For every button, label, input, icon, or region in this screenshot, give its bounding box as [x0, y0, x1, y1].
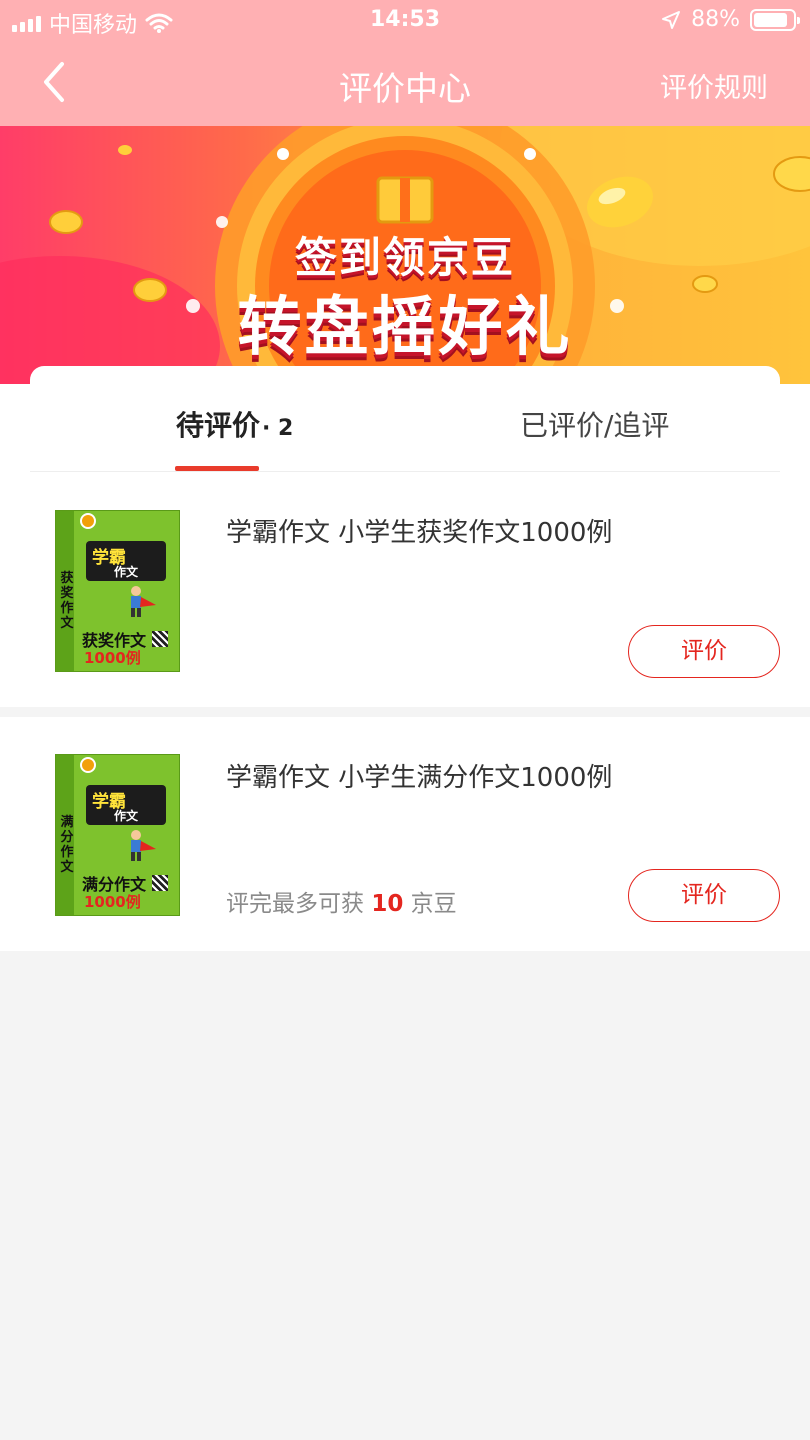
list-item[interactable]: 获奖作文 学霸 作文 获奖作文 1000例 学霸作文 小学生获奖作文1000例 …	[0, 472, 810, 707]
list-item[interactable]: 满分作文 学霸 作文 满分作文 1000例 学霸作文 小学生满分作文1000例 …	[0, 717, 810, 951]
qr-code-icon	[152, 875, 168, 891]
cover-number: 1000例	[84, 649, 141, 667]
review-button[interactable]: 评价	[628, 625, 780, 678]
rules-link[interactable]: 评价规则	[660, 66, 768, 105]
tab-pending-count: · 2	[262, 416, 294, 441]
superhero-icon	[131, 586, 156, 617]
product-cover-image[interactable]: 获奖作文 学霸 作文 获奖作文 1000例	[55, 510, 180, 672]
status-bar: 中国移动 14:53 88%	[0, 0, 810, 40]
cover-spine-text: 获奖作文	[60, 571, 74, 631]
cover-number: 1000例	[84, 893, 141, 911]
cover-cap-sub: 作文	[114, 809, 139, 823]
product-title[interactable]: 学霸作文 小学生满分作文1000例	[226, 757, 612, 794]
reward-amount: 10	[371, 891, 404, 917]
nav-bar: 评价中心 评价规则	[0, 40, 810, 126]
review-tabs: 待评价· 2 已评价/追评	[30, 366, 780, 472]
battery-percent: 88%	[691, 7, 740, 32]
medal-icon	[80, 757, 96, 773]
banner-subheadline: 转盘摇好礼	[237, 291, 573, 365]
product-cover-image[interactable]: 满分作文 学霸 作文 满分作文 1000例	[55, 754, 180, 916]
tab-reviewed[interactable]: 已评价/追评	[520, 404, 669, 444]
product-title[interactable]: 学霸作文 小学生获奖作文1000例	[226, 512, 612, 549]
promo-banner[interactable]: 签到领京豆 转盘摇好礼	[0, 126, 810, 388]
cover-cap-sub: 作文	[114, 565, 139, 579]
battery-icon	[750, 8, 800, 31]
qr-code-icon	[152, 631, 168, 647]
review-button[interactable]: 评价	[628, 869, 780, 922]
top-header: 中国移动 14:53 88% 评价中心 评价规则	[0, 0, 810, 126]
status-right: 88%	[661, 7, 800, 32]
reward-hint-suffix: 京豆	[410, 891, 457, 917]
reward-hint: 评完最多可获 10 京豆	[226, 884, 457, 918]
tab-pending[interactable]: 待评价· 2	[176, 404, 293, 444]
superhero-icon	[131, 830, 156, 861]
medal-icon	[80, 513, 96, 529]
tab-pending-label: 待评价	[176, 409, 261, 442]
reward-hint-prefix: 评完最多可获	[226, 891, 364, 917]
location-arrow-icon	[662, 10, 681, 29]
cover-spine-text: 满分作文	[60, 815, 74, 875]
